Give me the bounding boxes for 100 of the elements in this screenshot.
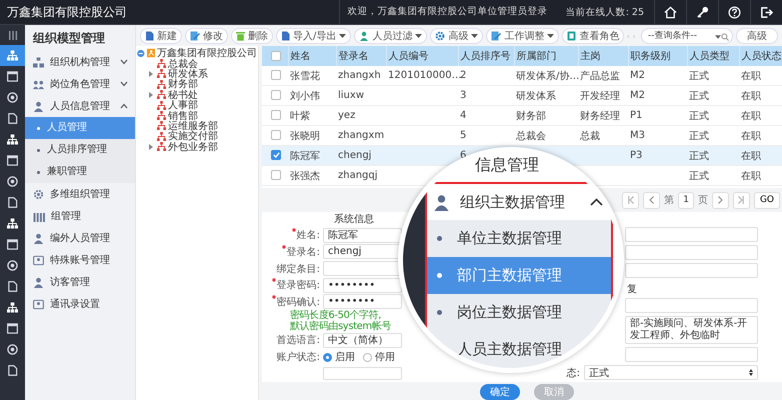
help-icon [728,6,741,18]
menu-icon[interactable] [8,31,18,40]
menu-item[interactable]: 单位主数据管理 [427,220,611,257]
circle-icon [7,92,18,103]
tree-node[interactable]: 研发体系 [137,68,257,80]
welcome-text: 欢迎，万鑫集团有限控股公司单位管理员登录 [338,0,556,24]
ok-button[interactable]: 确定 [480,384,520,400]
edit-icon [491,31,502,41]
table-cell: 总裁会 [516,130,546,142]
input-field[interactable]: •••••••• [323,294,402,310]
column-header[interactable]: 职务级别 [628,46,687,66]
org-chart-icon [157,90,166,100]
table-cell: 研发体系 [516,90,556,102]
advanced-button[interactable]: 高级 [736,28,778,44]
tree-node[interactable]: 运维服务部 [137,120,257,132]
toolbar-button[interactable]: 修改 [185,28,228,44]
toolbar-button[interactable]: 人员过滤 [354,28,428,44]
key-icon [696,6,709,18]
sidebar-item[interactable]: 组管理 [25,205,135,227]
radio-option[interactable]: 停用 [363,350,395,364]
toolbar-button[interactable]: 查看角色 [562,28,624,44]
language-select[interactable]: 中文（简体） [323,332,402,348]
row-checkbox[interactable] [271,90,281,100]
column-header[interactable]: 人员编号 [386,46,458,66]
sidebar-item[interactable]: 岗位角色管理 [25,73,135,95]
expand-icon[interactable] [149,144,153,150]
column-header[interactable]: 人员排序号 [458,46,514,66]
toolbar-button[interactable]: 工作调整 [486,28,560,44]
sidebar-item[interactable]: 访客管理 [25,271,135,293]
tree-node[interactable]: 外包业务部 [137,142,257,152]
window-icon [7,155,18,166]
sidebar-subitem[interactable]: 人员排序管理 [25,139,135,161]
edit-icon [190,31,200,41]
column-header[interactable]: 登录名 [336,46,386,66]
tree-node[interactable]: 总裁会 [137,58,257,69]
row-checkbox[interactable] [271,70,281,80]
field-label: 姓名: [296,229,320,242]
next-page-button[interactable] [712,192,729,208]
input-field[interactable] [625,298,758,313]
row-checkbox[interactable] [271,150,281,160]
id-card-icon [33,254,44,266]
table-cell: 叶紫 [290,110,310,122]
menu-item[interactable]: 岗位主数据管理 [427,294,611,331]
tree-node[interactable]: 财务部 [137,79,257,90]
sidebar-item[interactable]: 组织机构管理 [25,51,135,73]
expand-icon[interactable] [149,70,153,77]
column-header[interactable]: 姓名 [288,46,336,66]
first-page-button[interactable] [622,192,640,208]
sidebar-label: 多维组织管理 [50,188,111,201]
org-chart-icon [157,59,166,68]
tree-node[interactable]: 万鑫集团有限控股公司 [137,48,257,58]
menu-group[interactable]: 组织主数据管理 [427,184,611,220]
input-field[interactable] [625,245,758,260]
row-checkbox[interactable] [271,110,281,120]
sidebar-item[interactable]: 人员信息管理 [25,95,135,117]
search-field[interactable]: --查询条件-- [641,28,733,44]
expand-icon[interactable] [149,92,153,98]
sidebar-item[interactable]: 编外人员管理 [25,227,135,249]
input-field[interactable] [625,347,758,362]
toolbar-button[interactable]: 高级 [430,28,484,44]
row-checkbox[interactable] [271,130,281,140]
column-header[interactable]: 主岗 [578,46,628,66]
table-cell: 陈冠军 [290,150,320,162]
select-all-checkbox[interactable] [271,50,281,61]
radio-option[interactable]: 启用 [323,350,355,364]
toolbar-button[interactable]: 导入/导出 [276,28,352,44]
table-cell: liuxw [338,90,364,101]
go-button[interactable]: GO [754,192,780,208]
toolbar-button[interactable]: 新建 [140,28,182,44]
toolbar-button[interactable]: 删除 [231,28,273,44]
column-header[interactable]: 人员类型 [687,46,739,66]
document-icon [281,31,290,41]
table-cell: 总裁 [580,130,600,142]
caret-icon [715,35,721,39]
sidebar-subitem[interactable]: 兼职管理 [25,161,135,183]
tree-node[interactable]: 人事部 [137,100,257,110]
sidebar-item[interactable]: 特殊账号管理 [25,249,135,271]
input-field[interactable] [625,227,758,242]
column-header[interactable]: 人员状态 [739,46,782,66]
column-header[interactable]: 所属部门 [514,46,578,66]
type-select[interactable]: 正式 [584,365,758,380]
org-chart-icon [7,218,18,229]
tree-node[interactable]: 销售部 [137,110,257,121]
previous-page-button[interactable] [643,192,660,208]
table-cell: 4 [460,110,466,121]
org-chart-icon [7,302,18,313]
tree-node[interactable]: 实施交付部 [137,131,257,142]
table-cell: zhangxh [338,70,381,81]
sidebar-label: 特殊账号管理 [50,254,111,267]
page-input[interactable]: 1 [678,192,694,208]
circle-icon [7,260,18,271]
input-field[interactable]: 部-实施顾问、研发体系-开发工程师、外包临时 [625,316,758,344]
sidebar-item[interactable]: 通讯录设置 [25,293,135,315]
person-icon [33,232,44,244]
collapse-icon[interactable] [137,48,145,58]
input-field[interactable] [625,263,758,278]
row-checkbox[interactable] [271,170,281,180]
last-page-button[interactable] [732,192,750,208]
tree-node[interactable]: 秘书处 [137,90,257,100]
sidebar-item[interactable]: 多维组织管理 [25,183,135,205]
